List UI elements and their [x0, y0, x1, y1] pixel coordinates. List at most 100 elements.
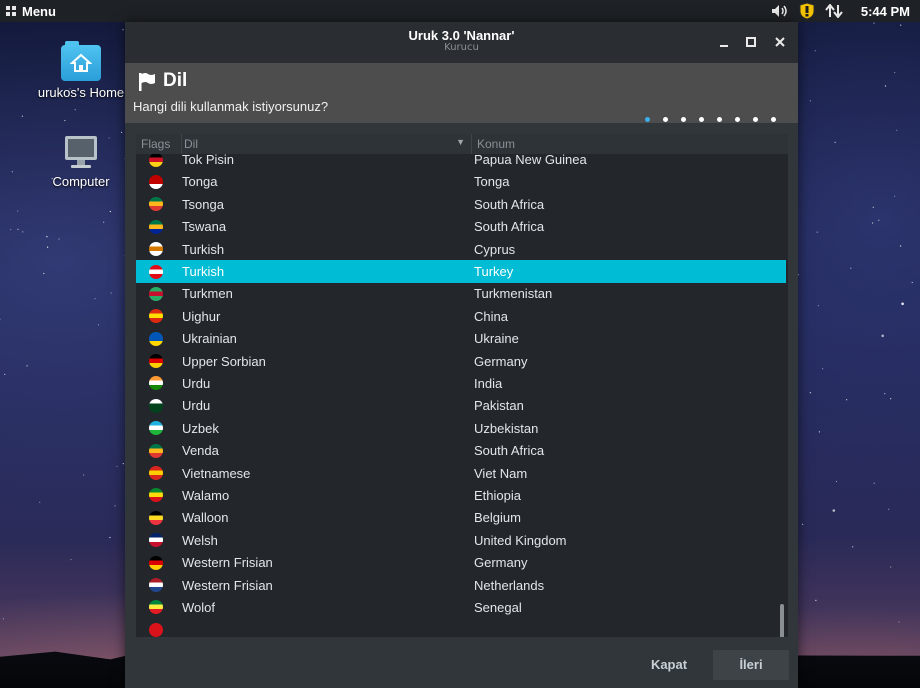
row-location: Ethiopia: [474, 487, 521, 503]
step-indicator: [645, 117, 776, 122]
country-flag-icon: [149, 174, 163, 189]
row-location: Cyprus: [474, 241, 516, 257]
page-body: TigrinyaEthiopiaTok PisinPapua New Guine…: [125, 123, 798, 688]
row-location: Tonga: [474, 174, 510, 190]
row-location: South Africa: [474, 219, 545, 235]
table-row[interactable]: Wolof Senegal: [136, 596, 786, 618]
shield-update-icon[interactable]: [799, 2, 815, 20]
country-flag-icon: [149, 533, 163, 548]
table-row[interactable]: Uzbek Uzbekistan: [136, 417, 786, 439]
minimize-icon: [720, 45, 728, 47]
close-button[interactable]: [769, 31, 791, 53]
maximize-button[interactable]: [740, 31, 762, 53]
row-language: Turkish: [182, 264, 225, 280]
volume-icon[interactable]: [771, 4, 789, 18]
table-row[interactable]: Tswana South Africa: [136, 216, 786, 238]
country-flag-icon: [149, 466, 163, 481]
row-location: Senegal: [474, 599, 522, 615]
network-arrows-icon[interactable]: [825, 4, 843, 18]
row-location: Netherlands: [474, 577, 545, 593]
table-row[interactable]: Turkmen Turkmenistan: [136, 283, 786, 305]
step-dot: [771, 117, 776, 122]
desktop-icon-home-label: urukos's Home: [37, 85, 125, 100]
country-flag-icon: [149, 600, 163, 615]
row-language: Vietnamese: [182, 465, 251, 481]
window-titlebar[interactable]: Uruk 3.0 'Nannar' Kurucu: [125, 22, 798, 63]
row-language: Western Frisian: [182, 555, 273, 571]
country-flag-icon: [149, 376, 163, 391]
home-folder-icon: [61, 41, 101, 81]
table-row[interactable]: Upper Sorbian Germany: [136, 350, 786, 372]
row-location: Germany: [474, 555, 528, 571]
step-dot: [663, 117, 668, 122]
column-header-location[interactable]: Konum: [472, 134, 515, 154]
row-language: Welsh: [182, 532, 218, 548]
country-flag-icon: [149, 354, 163, 369]
country-flag-icon: [149, 398, 163, 413]
row-language: Urdu: [182, 375, 211, 391]
table-row[interactable]: Western Frisian Netherlands: [136, 574, 786, 596]
row-language: Ukrainian: [182, 331, 237, 347]
table-row[interactable]: Tsonga South Africa: [136, 193, 786, 215]
column-header-language-label: Dil: [184, 137, 198, 151]
row-location: Ukraine: [474, 331, 519, 347]
row-language: Uzbek: [182, 420, 219, 436]
step-dot: [753, 117, 758, 122]
flag-icon: [139, 73, 155, 91]
clock[interactable]: 5:44 PM: [861, 4, 910, 19]
country-flag-icon: [149, 488, 163, 503]
table-row[interactable]: Venda South Africa: [136, 439, 786, 461]
row-language: Western Frisian: [182, 577, 273, 593]
table-row[interactable]: Urdu India: [136, 372, 786, 394]
table-row[interactable]: Uighur China: [136, 305, 786, 327]
row-language: Wolof: [182, 599, 215, 615]
table-row[interactable]: Welsh United Kingdom: [136, 529, 786, 551]
table-row[interactable]: Western Frisian Germany: [136, 551, 786, 573]
row-language: Tonga: [182, 174, 218, 190]
table-row[interactable]: Walloon Belgium: [136, 507, 786, 529]
desktop-icon-home[interactable]: urukos's Home: [26, 41, 136, 100]
next-button[interactable]: İleri: [713, 650, 789, 680]
table-row[interactable]: Walamo Ethiopia: [136, 484, 786, 506]
table-scrollbar[interactable]: [780, 604, 784, 637]
country-flag-icon: [149, 443, 163, 458]
menu-label: Menu: [22, 3, 56, 19]
table-row[interactable]: Urdu Pakistan: [136, 395, 786, 417]
row-location: United Kingdom: [474, 532, 567, 548]
table-row[interactable]: Ukrainian Ukraine: [136, 328, 786, 350]
country-flag-icon: [149, 242, 163, 257]
language-table-header: Flags Dil ▼ Konum: [136, 134, 788, 154]
row-language: Tswana: [182, 219, 227, 235]
row-language: Tsonga: [182, 196, 224, 212]
page-header: Dil Hangi dili kullanmak istiyorsunuz?: [125, 63, 798, 123]
table-row[interactable]: Vietnamese Viet Nam: [136, 462, 786, 484]
row-location: Germany: [474, 353, 528, 369]
row-location: India: [474, 375, 503, 391]
row-location: Uzbekistan: [474, 420, 539, 436]
country-flag-icon: [149, 309, 163, 324]
row-location: Turkmenistan: [474, 286, 553, 302]
country-flag-icon: [149, 555, 163, 570]
row-location: South Africa: [474, 443, 545, 459]
table-row[interactable]: Tonga Tonga: [136, 171, 786, 193]
column-header-flags[interactable]: Flags: [136, 134, 182, 154]
close-icon: [775, 37, 785, 47]
column-header-language[interactable]: Dil ▼: [182, 134, 472, 154]
system-tray: 5:44 PM: [771, 0, 920, 22]
language-table-rows: TigrinyaEthiopiaTok PisinPapua New Guine…: [136, 134, 786, 637]
table-row[interactable]: [136, 619, 786, 637]
row-language: Uighur: [182, 308, 221, 324]
country-flag-icon: [149, 152, 163, 167]
table-row[interactable]: Turkish Turkey: [136, 260, 786, 283]
installer-window: Uruk 3.0 'Nannar' Kurucu Dil Hangi dili …: [125, 22, 798, 688]
menu-button[interactable]: Menu: [0, 4, 56, 19]
desktop-icon-computer-label: Computer: [52, 174, 110, 189]
page-title: Dil: [163, 70, 188, 91]
top-panel: Menu 5:44 PM: [0, 0, 920, 22]
desktop-icon-computer[interactable]: Computer: [26, 134, 136, 189]
step-dot: [699, 117, 704, 122]
row-language: Urdu: [182, 398, 211, 414]
table-row[interactable]: Turkish Cyprus: [136, 238, 786, 260]
cancel-button[interactable]: Kapat: [635, 650, 703, 680]
minimize-button[interactable]: [713, 31, 735, 53]
